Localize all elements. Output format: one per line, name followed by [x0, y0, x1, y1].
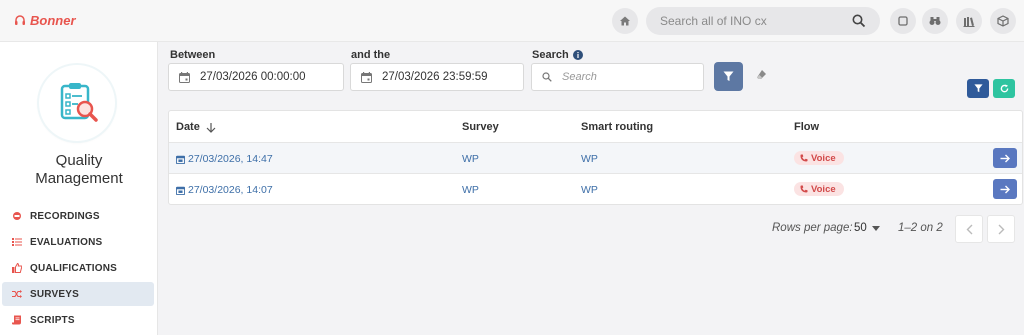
- library-button[interactable]: [956, 8, 982, 34]
- filter-icon: [723, 71, 734, 81]
- row-survey[interactable]: WP: [462, 184, 479, 196]
- eraser-icon: [757, 70, 766, 79]
- brand-logo[interactable]: Bonner: [14, 13, 76, 28]
- table-row[interactable]: 27/03/2026, 14:07 WP WP Voice: [169, 173, 1022, 204]
- sidebar-item-scripts[interactable]: SCRIPTS: [2, 308, 154, 332]
- open-row-button[interactable]: [993, 148, 1017, 168]
- caret-down-icon: [871, 225, 880, 231]
- rows-per-page-value: 50: [854, 222, 867, 234]
- and-the-date-value: 27/03/2026 23:59:59: [382, 71, 488, 83]
- global-search-input[interactable]: Search all of INO cx: [646, 7, 880, 35]
- filter-toggle-button[interactable]: [967, 79, 989, 98]
- home-icon: [620, 16, 630, 26]
- row-date[interactable]: 27/03/2026, 14:07: [176, 184, 273, 196]
- global-search-placeholder: Search all of INO cx: [660, 14, 767, 28]
- top-bar: Bonner Search all of INO cx: [0, 0, 1024, 42]
- open-row-button[interactable]: [993, 179, 1017, 199]
- table-row[interactable]: 27/03/2026, 14:47 WP WP Voice: [169, 142, 1022, 173]
- record-icon: [12, 211, 22, 221]
- and-the-date-field[interactable]: 27/03/2026 23:59:59: [350, 63, 524, 91]
- flow-badge-label: Voice: [811, 183, 836, 195]
- thumbs-up-icon: [12, 263, 22, 273]
- calendar-icon: [179, 71, 190, 83]
- search-label-wrap: Search: [532, 49, 583, 61]
- cube-button[interactable]: [990, 8, 1016, 34]
- square-button[interactable]: [890, 8, 916, 34]
- row-date-value: 27/03/2026, 14:47: [188, 153, 273, 165]
- shuffle-icon: [12, 289, 22, 299]
- filter-icon: [973, 84, 983, 93]
- column-header-date[interactable]: Date: [176, 121, 216, 133]
- search-input[interactable]: Search: [531, 63, 704, 91]
- home-button[interactable]: [612, 8, 638, 34]
- library-icon: [963, 16, 975, 27]
- module-logo: [39, 65, 115, 141]
- flow-badge: Voice: [794, 151, 844, 165]
- rows-per-page-select[interactable]: 50: [854, 222, 880, 234]
- calendar-icon: [176, 155, 185, 164]
- row-survey[interactable]: WP: [462, 153, 479, 165]
- clipboard-magnifier-icon: [60, 83, 98, 122]
- next-page-button[interactable]: [987, 215, 1015, 243]
- and-the-label: and the: [351, 49, 391, 61]
- sidebar-item-evaluations[interactable]: EVALUATIONS: [2, 230, 154, 254]
- sidebar-item-label: EVALUATIONS: [30, 236, 103, 248]
- column-header-survey[interactable]: Survey: [462, 121, 499, 133]
- calendar-icon: [176, 186, 185, 195]
- phone-icon: [800, 185, 808, 193]
- column-header-flow[interactable]: Flow: [794, 121, 819, 133]
- binoculars-button[interactable]: [922, 8, 948, 34]
- sidebar-item-surveys[interactable]: SURVEYS: [2, 282, 154, 306]
- between-label: Between: [170, 49, 216, 61]
- rows-per-page-label: Rows per page:: [772, 222, 853, 234]
- script-icon: [12, 315, 22, 325]
- sidebar-item-label: SURVEYS: [30, 288, 80, 300]
- arrow-right-icon: [1000, 154, 1010, 162]
- previous-page-button[interactable]: [955, 215, 983, 243]
- search-label: Search: [532, 49, 569, 61]
- arrow-down-icon: [206, 122, 216, 133]
- between-date-value: 27/03/2026 00:00:00: [200, 71, 306, 83]
- chevron-right-icon: [998, 224, 1004, 234]
- surveys-table: Date Survey Smart routing Flow 27/03/202…: [168, 110, 1023, 205]
- cube-icon: [997, 15, 1009, 27]
- arrow-right-icon: [1000, 185, 1010, 193]
- between-date-field[interactable]: 27/03/2026 00:00:00: [168, 63, 344, 91]
- row-date[interactable]: 27/03/2026, 14:47: [176, 153, 273, 165]
- list-icon: [12, 237, 22, 247]
- row-smart-routing[interactable]: WP: [581, 153, 598, 165]
- column-header-smart-routing[interactable]: Smart routing: [581, 121, 653, 133]
- search-placeholder: Search: [562, 71, 597, 83]
- sidebar-item-label: SCRIPTS: [30, 314, 75, 326]
- phone-icon: [800, 154, 808, 162]
- pagination-range: 1–2 on 2: [898, 222, 943, 234]
- module-title-line2: Management: [35, 170, 123, 187]
- refresh-icon: [1000, 84, 1008, 93]
- row-smart-routing[interactable]: WP: [581, 184, 598, 196]
- calendar-icon: [361, 71, 372, 83]
- flow-badge-label: Voice: [811, 152, 836, 164]
- sidebar-item-recordings[interactable]: RECORDINGS: [2, 204, 154, 228]
- sidebar-item-qualifications[interactable]: QUALIFICATIONS: [2, 256, 154, 280]
- info-icon[interactable]: [572, 50, 583, 60]
- search-icon[interactable]: [852, 14, 866, 28]
- binoculars-icon: [929, 17, 941, 25]
- row-date-value: 27/03/2026, 14:07: [188, 184, 273, 196]
- module-title: Quality Management: [0, 152, 158, 188]
- apply-filter-button[interactable]: [714, 62, 743, 91]
- brand-name: Bonner: [30, 13, 76, 28]
- chevron-left-icon: [966, 224, 972, 234]
- square-icon: [898, 16, 908, 26]
- clear-filter-button[interactable]: [756, 69, 767, 83]
- search-icon: [542, 72, 552, 82]
- sidebar-item-label: QUALIFICATIONS: [30, 262, 118, 274]
- sidebar-item-label: RECORDINGS: [30, 210, 100, 222]
- refresh-button[interactable]: [993, 79, 1015, 98]
- headset-icon: [15, 14, 25, 25]
- flow-badge: Voice: [794, 182, 844, 196]
- module-title-line1: Quality: [55, 152, 103, 169]
- column-header-date-label: Date: [176, 121, 200, 133]
- sidebar: Quality Management RECORDINGS EVALUATION…: [0, 42, 158, 335]
